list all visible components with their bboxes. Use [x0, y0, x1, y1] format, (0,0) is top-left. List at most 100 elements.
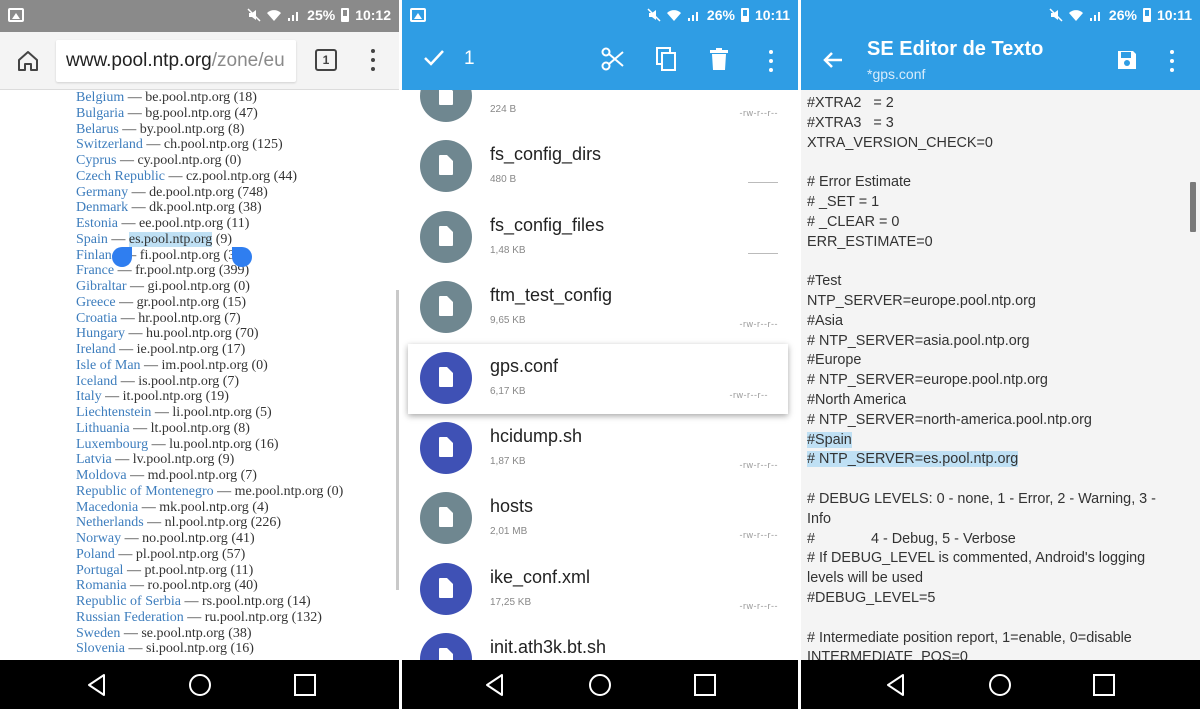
country-link[interactable]: Slovenia: [76, 641, 125, 656]
back-triangle-icon[interactable]: [84, 672, 110, 698]
country-link[interactable]: Republic of Montenegro: [76, 484, 214, 499]
country-link[interactable]: Macedonia: [76, 500, 138, 515]
url-field[interactable]: www.pool.ntp.org/zone/eu: [56, 40, 296, 82]
back-triangle-icon[interactable]: [482, 672, 508, 698]
editor-line: # _CLEAR = 0: [807, 213, 1187, 233]
line-text: # _SET = 1: [807, 193, 880, 210]
recents-square-icon[interactable]: [292, 672, 318, 698]
home-circle-icon[interactable]: [987, 672, 1013, 698]
country-link[interactable]: Iceland: [76, 374, 117, 389]
country-link[interactable]: Spain: [76, 232, 108, 247]
country-link[interactable]: Portugal: [76, 563, 123, 578]
clock: 10:11: [754, 7, 790, 23]
file-permissions: -rw-r--r--: [729, 389, 768, 400]
editor-line: #Asia: [807, 312, 1187, 332]
copy-icon[interactable]: [653, 46, 679, 72]
file-size: 1,87 KB: [490, 456, 526, 467]
separator: —: [111, 452, 133, 468]
country-link[interactable]: Romania: [76, 578, 127, 593]
file-permissions: -rw-r--r--: [739, 460, 778, 470]
country-link[interactable]: Italy: [76, 389, 102, 404]
country-link[interactable]: Germany: [76, 185, 128, 200]
country-link[interactable]: Hungary: [76, 326, 125, 341]
text-editor-area[interactable]: #XTRA2 = 2 #XTRA3 = 3 XTRA_VERSION_CHECK=0…: [801, 90, 1200, 660]
home-circle-icon[interactable]: [187, 672, 213, 698]
file-icon: [420, 633, 472, 660]
country-link[interactable]: Denmark: [76, 200, 128, 215]
country-link[interactable]: Sweden: [76, 626, 120, 641]
server-count: (57): [221, 546, 246, 562]
country-link[interactable]: Ireland: [76, 342, 116, 357]
country-link[interactable]: Moldova: [76, 468, 127, 483]
scrollbar[interactable]: [1190, 182, 1196, 232]
home-icon[interactable]: [14, 47, 42, 75]
file-item[interactable]: init.ath3k.bt.sh: [402, 625, 798, 660]
country-link[interactable]: Republic of Serbia: [76, 594, 181, 609]
separator: —: [183, 609, 205, 625]
overflow-menu-icon[interactable]: [768, 50, 774, 72]
file-item[interactable]: gps.conf 6,17 KB -rw-r--r--: [408, 343, 788, 414]
pool-hostname: pt.pool.ntp.org: [144, 562, 228, 578]
country-link[interactable]: France: [76, 263, 114, 278]
back-arrow-icon[interactable]: [821, 48, 845, 72]
country-link[interactable]: Isle of Man: [76, 358, 141, 373]
editor-text[interactable]: #XTRA2 = 2 #XTRA3 = 3 XTRA_VERSION_CHECK=0…: [807, 94, 1187, 660]
country-link[interactable]: Netherlands: [76, 515, 144, 530]
separator: —: [124, 105, 146, 121]
pool-hostname: hr.pool.ntp.org: [138, 310, 221, 326]
country-link[interactable]: Switzerland: [76, 137, 143, 152]
server-count: (0): [251, 357, 268, 373]
file-size: 9,65 KB: [490, 315, 526, 327]
country-link[interactable]: Liechtenstein: [76, 405, 151, 420]
country-link[interactable]: Croatia: [76, 311, 117, 326]
home-circle-icon[interactable]: [587, 672, 613, 698]
overflow-menu-icon[interactable]: [1169, 50, 1175, 72]
check-icon[interactable]: [422, 46, 446, 70]
line-text: Info: [807, 510, 832, 527]
file-item[interactable]: ike_conf.xml 17,25 KB -rw-r--r--: [402, 555, 798, 625]
country-link[interactable]: Gibraltar: [76, 279, 127, 294]
country-link[interactable]: Lithuania: [76, 421, 130, 436]
country-link[interactable]: Belgium: [76, 90, 124, 105]
cut-icon[interactable]: [600, 46, 626, 72]
delete-icon[interactable]: [706, 46, 732, 72]
editor-line: NTP_SERVER=europe.pool.ntp.org: [807, 292, 1187, 312]
country-link[interactable]: Cyprus: [76, 153, 116, 168]
signal-icon: [288, 12, 299, 21]
file-item[interactable]: fs_config_files 1,48 KB: [402, 203, 798, 273]
country-link[interactable]: Greece: [76, 295, 116, 310]
country-link[interactable]: Estonia: [76, 216, 118, 231]
file-name: fs_config_files: [490, 214, 605, 235]
separator: —: [129, 420, 151, 436]
line-text: #XTRA2 = 2: [807, 95, 894, 111]
status-bar: 25% 10:12: [0, 0, 399, 32]
recents-square-icon[interactable]: [692, 672, 718, 698]
recents-square-icon[interactable]: [1091, 672, 1117, 698]
country-link[interactable]: Bulgaria: [76, 106, 124, 121]
back-triangle-icon[interactable]: [883, 672, 909, 698]
save-icon[interactable]: [1115, 48, 1139, 72]
file-item[interactable]: fs_config_dirs 480 B: [402, 132, 798, 202]
selection-handle-end[interactable]: [232, 247, 252, 267]
country-link[interactable]: Latvia: [76, 452, 112, 467]
overflow-menu-icon[interactable]: [370, 49, 376, 71]
country-link[interactable]: Norway: [76, 531, 121, 546]
country-link[interactable]: Poland: [76, 547, 115, 562]
country-link[interactable]: Russian Federation: [76, 610, 184, 625]
file-manager-screen: 26% 10:11 1 224 B -rw-r--r-- fs_config_dir…: [402, 0, 798, 709]
country-link[interactable]: Luxembourg: [76, 437, 148, 452]
selection-handle-start[interactable]: [112, 247, 132, 267]
file-item[interactable]: 224 B -rw-r--r--: [402, 90, 798, 132]
tabs-icon[interactable]: 1: [315, 49, 337, 71]
country-link[interactable]: Czech Republic: [76, 169, 165, 184]
clock: 10:12: [355, 7, 391, 23]
file-item[interactable]: hcidump.sh 1,87 KB -rw-r--r--: [402, 414, 798, 484]
line-text: # NTP_SERVER=europe.pool.ntp.org: [807, 372, 1048, 389]
file-size: 2,01 MB: [490, 526, 528, 538]
country-link[interactable]: Belarus: [76, 122, 119, 137]
status-bar: 26% 10:11: [402, 0, 798, 32]
file-item[interactable]: ftm_test_config 9,65 KB -rw-r--r--: [402, 273, 798, 343]
file-item[interactable]: hosts 2,01 MB -rw-r--r--: [402, 484, 798, 554]
